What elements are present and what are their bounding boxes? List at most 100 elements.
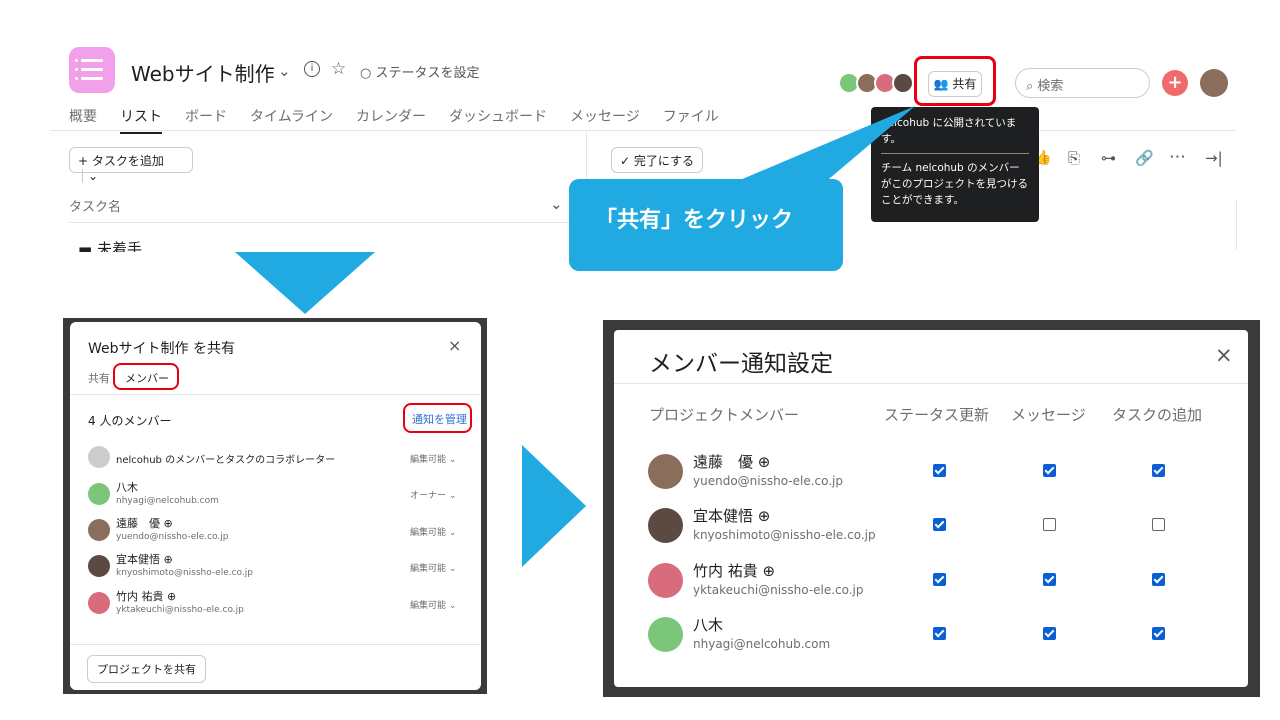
column-header-message: メッセージ xyxy=(1011,406,1086,424)
globe-icon: ⊕ xyxy=(167,590,177,603)
arrow-right-icon xyxy=(522,445,586,567)
member-email: yuendo@nissho-ele.co.jp xyxy=(693,474,844,488)
status-label: ステータスを設定 xyxy=(375,66,480,81)
message-checkbox[interactable] xyxy=(1043,464,1056,477)
divider xyxy=(70,644,481,645)
member-name: 竹内 祐貴 ⊕ xyxy=(116,588,176,604)
status-checkbox[interactable] xyxy=(933,464,946,477)
message-checkbox[interactable] xyxy=(1043,573,1056,586)
status-checkbox[interactable] xyxy=(933,518,946,531)
avatar xyxy=(88,519,110,541)
chevron-down-icon[interactable]: ⌄ xyxy=(82,169,99,183)
globe-icon: ⊕ xyxy=(163,553,173,566)
project-title[interactable]: Webサイト制作 xyxy=(131,58,275,87)
member-name-text: 遠藤 優 xyxy=(116,517,160,530)
divider xyxy=(70,394,481,395)
tabs-divider xyxy=(50,130,1236,131)
tab-share[interactable]: 共有 xyxy=(88,370,110,386)
task-checkbox[interactable] xyxy=(1152,518,1165,531)
task-checkbox[interactable] xyxy=(1152,464,1165,477)
permission-dropdown[interactable]: オーナー ⌄ xyxy=(410,488,456,501)
permission-label: 編集可能 xyxy=(410,528,447,538)
complete-button[interactable]: ✓ 完了にする xyxy=(611,147,703,173)
close-icon[interactable]: × xyxy=(448,336,461,355)
member-name: 遠藤 優 ⊕ xyxy=(693,453,771,471)
pane-border xyxy=(1236,200,1237,250)
arrow-down-icon xyxy=(235,252,375,314)
share-button[interactable]: 👥 共有 xyxy=(928,71,982,97)
close-icon[interactable]: × xyxy=(1215,343,1233,367)
more-icon[interactable]: ⋯ xyxy=(1169,147,1186,167)
set-status-button[interactable]: ○ ステータスを設定 xyxy=(360,62,480,81)
member-email: nhyagi@nelcohub.com xyxy=(116,496,219,506)
dialog-title: メンバー通知設定 xyxy=(649,351,833,377)
link-icon[interactable]: 🔗 xyxy=(1135,149,1154,167)
column-header-member: プロジェクトメンバー xyxy=(649,406,800,424)
attachment-icon[interactable]: ⎘ xyxy=(1068,149,1080,167)
member-name: 八木 xyxy=(116,481,138,494)
dialog-title: Webサイト制作 を共有 xyxy=(88,341,235,357)
subtask-icon[interactable]: ⊶ xyxy=(1101,149,1116,167)
avatar xyxy=(648,617,683,652)
create-button[interactable]: + xyxy=(1162,70,1188,96)
avatar xyxy=(88,555,110,577)
column-header-status: ステータス更新 xyxy=(884,406,990,424)
notify-dialog: メンバー通知設定 × プロジェクトメンバー ステータス更新 メッセージ タスクの… xyxy=(614,330,1248,687)
search-input[interactable]: ⌕ 検索 xyxy=(1015,68,1150,98)
message-checkbox[interactable] xyxy=(1043,518,1056,531)
member-name-text: 宜本健悟 xyxy=(116,553,160,566)
message-checkbox[interactable] xyxy=(1043,627,1056,640)
callout-click-share: 「共有」をクリック xyxy=(569,179,843,271)
user-avatar[interactable] xyxy=(1200,69,1228,97)
share-dialog: Webサイト制作 を共有 × 共有 メンバー 4 人のメンバー 通知を管理 ne… xyxy=(70,322,481,690)
column-divider xyxy=(69,222,569,223)
globe-icon: ⊕ xyxy=(163,517,173,530)
permission-dropdown[interactable]: 編集可能 ⌄ xyxy=(410,452,456,465)
avatar xyxy=(648,563,683,598)
member-name: 宜本健悟 ⊕ xyxy=(693,507,771,525)
people-icon: 👥 xyxy=(933,77,949,91)
permission-label: 編集可能 xyxy=(410,455,447,465)
member-email: yuendo@nissho-ele.co.jp xyxy=(116,532,229,542)
member-name-text: 竹内 祐貴 xyxy=(116,590,164,603)
member-count: 4 人のメンバー xyxy=(88,414,172,428)
complete-label: 完了にする xyxy=(633,154,694,168)
status-checkbox[interactable] xyxy=(933,573,946,586)
member-name: 竹内 祐貴 ⊕ xyxy=(693,562,776,580)
highlight-members xyxy=(113,363,179,390)
info-icon[interactable]: i xyxy=(304,61,320,77)
close-pane-icon[interactable]: →| xyxy=(1205,149,1223,167)
chevron-down-icon[interactable]: ⌄ xyxy=(550,195,563,213)
project-icon xyxy=(69,47,115,93)
member-email: yktakeuchi@nissho-ele.co.jp xyxy=(693,583,864,597)
avatar[interactable] xyxy=(892,72,914,94)
manage-notifications-link[interactable]: 通知を管理 xyxy=(412,411,467,427)
member-email: nhyagi@nelcohub.com xyxy=(693,637,831,651)
permission-dropdown[interactable]: 編集可能 ⌄ xyxy=(410,598,456,611)
permission-dropdown[interactable]: 編集可能 ⌄ xyxy=(410,561,456,574)
member-name: 宜本健悟 ⊕ xyxy=(116,551,173,567)
star-icon[interactable]: ☆ xyxy=(331,59,346,79)
permission-label: 編集可能 xyxy=(410,564,447,574)
member-email: knyoshimoto@nissho-ele.co.jp xyxy=(693,528,876,542)
section-label: 未着手 xyxy=(96,240,142,252)
permission-label: 編集可能 xyxy=(410,601,447,611)
avatar xyxy=(648,508,683,543)
search-placeholder: 検索 xyxy=(1037,79,1064,94)
section-row[interactable]: ▬ 未着手 xyxy=(78,238,142,252)
column-header-task: タスクの追加 xyxy=(1112,406,1203,424)
avatar xyxy=(648,454,683,489)
task-checkbox[interactable] xyxy=(1152,573,1165,586)
chevron-down-icon[interactable]: ⌄ xyxy=(278,62,291,80)
share-label: 共有 xyxy=(952,77,977,91)
permission-dropdown[interactable]: 編集可能 ⌄ xyxy=(410,525,456,538)
task-checkbox[interactable] xyxy=(1152,627,1165,640)
divider xyxy=(614,383,1248,384)
team-icon xyxy=(88,446,110,468)
add-task-button[interactable]: + タスクを追加 ⌄ xyxy=(69,147,193,183)
status-checkbox[interactable] xyxy=(933,627,946,640)
permission-label: オーナー xyxy=(410,491,447,501)
search-icon: ⌕ xyxy=(1026,79,1034,94)
share-project-button[interactable]: プロジェクトを共有 xyxy=(87,655,206,683)
add-task-label: タスクを追加 xyxy=(91,154,164,168)
